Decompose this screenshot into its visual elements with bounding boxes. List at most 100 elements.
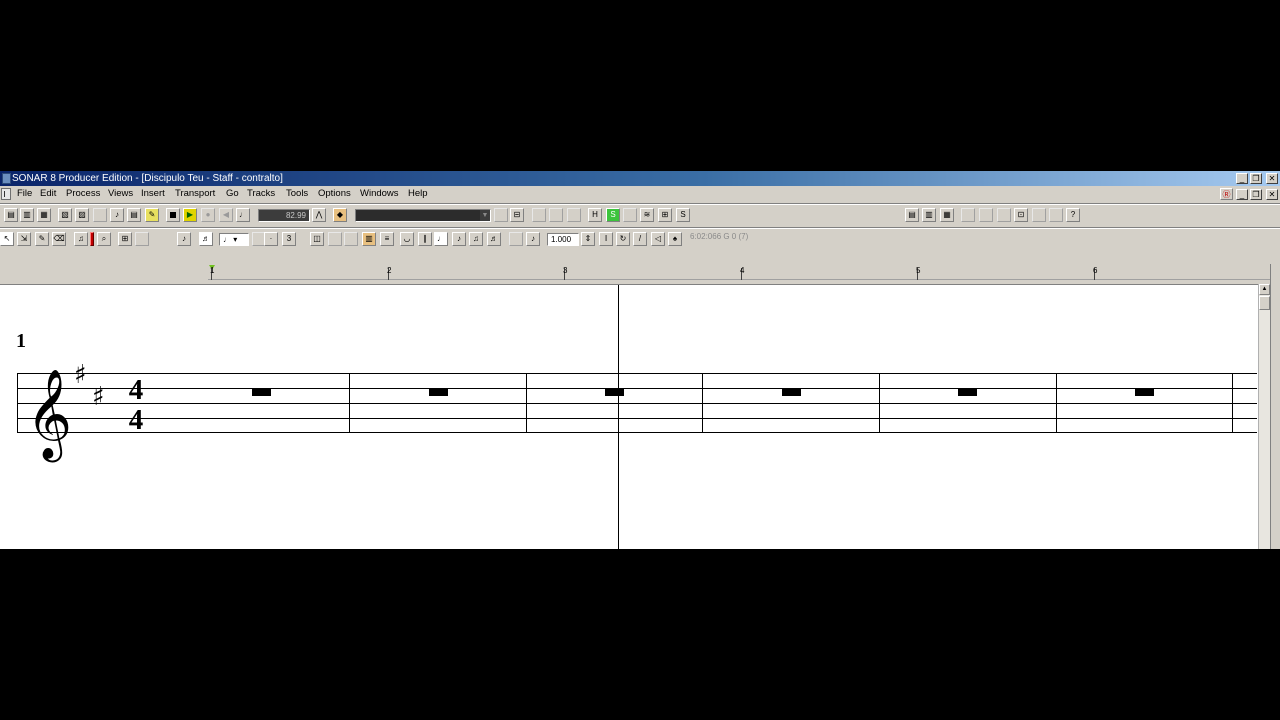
menu-views[interactable]: Views [108, 186, 133, 202]
loop-button[interactable]: S [606, 208, 620, 222]
time-signature-bottom[interactable]: 4 [129, 404, 144, 436]
scroll-thumb[interactable] [1259, 296, 1270, 310]
staff-canvas[interactable]: 1 𝄞 ♯ ♯ 4 4 [0, 284, 1258, 549]
expression-icon[interactable]: ≡ [380, 232, 394, 246]
title-bar[interactable]: SONAR 8 Producer Edition - [Discipulo Te… [0, 171, 1280, 186]
menu-process[interactable]: Process [66, 186, 100, 202]
menu-file[interactable]: File [17, 186, 32, 202]
whole-rest[interactable] [958, 389, 977, 396]
menu-insert[interactable]: Insert [141, 186, 165, 202]
loop-record-icon[interactable]: ↻ [616, 232, 630, 246]
triplet-icon[interactable]: 3 [282, 232, 296, 246]
draw-tool-icon[interactable]: ✎ [35, 232, 49, 246]
sharp-icon[interactable]: ♯ [92, 382, 105, 412]
toolbar-icon[interactable] [344, 232, 358, 246]
menu-tracks[interactable]: Tracks [247, 186, 275, 202]
lyric-icon[interactable]: ♩ [434, 232, 448, 246]
toolbar-icon[interactable] [509, 232, 523, 246]
percussion-icon[interactable]: ♬ [487, 232, 501, 246]
synth-rack-icon[interactable]: ▥ [922, 208, 936, 222]
lyrics-icon[interactable]: ✎ [145, 208, 159, 222]
rewind-icon[interactable]: ◀ [219, 208, 233, 222]
whole-rest[interactable] [782, 389, 801, 396]
snap-icon[interactable]: ◫ [310, 232, 324, 246]
scroll-up-arrow-icon[interactable]: ▲ [1259, 284, 1270, 295]
markers-icon[interactable]: ◆ [333, 208, 347, 222]
vertical-scrollbar[interactable]: ▲ [1258, 284, 1270, 549]
chevron-down-icon[interactable]: ▼ [480, 210, 490, 221]
staff-view-icon[interactable]: ♪ [110, 208, 124, 222]
time-display[interactable]: 82.99 [258, 209, 310, 222]
treble-clef-icon[interactable]: 𝄞 [26, 369, 72, 463]
close-button[interactable]: ✕ [1266, 173, 1278, 184]
punch-button[interactable]: H [588, 208, 602, 222]
pen-icon[interactable]: / [633, 232, 647, 246]
record-icon[interactable]: ● [201, 208, 215, 222]
toolbar-icon[interactable] [997, 208, 1011, 222]
doc-restore-button[interactable]: ❐ [1250, 189, 1262, 200]
fill-durations-icon[interactable]: ♬ [199, 232, 213, 246]
dynamics-icon[interactable]: ♪ [452, 232, 466, 246]
open-file-icon[interactable]: ▥ [20, 208, 34, 222]
doc-close-button[interactable]: ✕ [1266, 189, 1278, 200]
menu-tools[interactable]: Tools [286, 186, 308, 202]
scrub-tool-icon[interactable]: ♫ [74, 232, 88, 246]
minimize-button[interactable]: _ [1236, 173, 1248, 184]
toolbar-icon[interactable] [567, 208, 581, 222]
maximize-button[interactable]: ❐ [1250, 173, 1262, 184]
sync-icon[interactable]: ⊞ [658, 208, 672, 222]
whole-rest[interactable] [252, 389, 271, 396]
metronome-icon[interactable]: ♩ [236, 208, 250, 222]
inspect-icon[interactable]: ▥ [362, 232, 376, 246]
midi-panic-icon[interactable]: S [676, 208, 690, 222]
quantize-icon[interactable]: Ⅰ [599, 232, 613, 246]
time-signature-top[interactable]: 4 [129, 374, 144, 406]
toolbar-icon[interactable] [532, 208, 546, 222]
velocity-icon[interactable]: ◁ [651, 232, 665, 246]
new-file-icon[interactable]: ▤ [4, 208, 18, 222]
menu-edit[interactable]: Edit [40, 186, 56, 202]
guitar-icon[interactable]: ∥ [418, 232, 432, 246]
event-list-icon[interactable]: ▤ [127, 208, 141, 222]
save-file-icon[interactable]: ▦ [37, 208, 51, 222]
play-icon[interactable]: ▶ [183, 208, 197, 222]
doc-icon[interactable] [1, 188, 11, 200]
dot-icon[interactable]: · [264, 232, 278, 246]
track-view-icon[interactable]: ▧ [58, 208, 72, 222]
chord-icon[interactable]: ♪ [177, 232, 191, 246]
audio-engine-icon[interactable]: ≋ [640, 208, 654, 222]
toolbar-icon[interactable] [1032, 208, 1046, 222]
grid-icon[interactable]: ⊞ [118, 232, 132, 246]
toolbar-icon[interactable] [93, 208, 107, 222]
console-view-icon[interactable]: ▤ [905, 208, 919, 222]
time-ruler[interactable]: 1 2 3 4 5 6 [0, 264, 1270, 283]
snapshot-icon[interactable]: ⊟ [510, 208, 524, 222]
select-tool-icon[interactable]: ↖ [0, 232, 14, 246]
staff-svg[interactable]: 1 𝄞 ♯ ♯ 4 4 [0, 285, 1258, 549]
layout-options-icon[interactable]: ♪ [526, 232, 540, 246]
fretboard-icon[interactable]: ♫ [469, 232, 483, 246]
sharp-icon[interactable]: ♯ [74, 360, 87, 390]
toolbar-icon[interactable] [135, 232, 149, 246]
menu-options[interactable]: Options [318, 186, 351, 202]
stop-icon[interactable] [166, 208, 180, 222]
menu-windows[interactable]: Windows [360, 186, 399, 202]
browser-icon[interactable]: ▦ [940, 208, 954, 222]
tempo-icon[interactable]: ⋀ [312, 208, 326, 222]
layout-icon[interactable]: ⊡ [1014, 208, 1028, 222]
menu-help[interactable]: Help [408, 186, 428, 202]
app-icon[interactable] [2, 173, 11, 184]
zoom-tool-icon[interactable]: ⌕ [97, 232, 111, 246]
help-icon[interactable]: ? [1066, 208, 1080, 222]
spinner-icon[interactable]: ⇕ [581, 232, 595, 246]
snap-value-field[interactable]: 1.000 [547, 233, 579, 246]
menu-go[interactable]: Go [226, 186, 239, 202]
piano-roll-icon[interactable]: ▨ [75, 208, 89, 222]
toolbar-icon[interactable] [961, 208, 975, 222]
toolbar-icon[interactable] [979, 208, 993, 222]
toolbar-icon[interactable] [549, 208, 563, 222]
doc-minimize-button[interactable]: _ [1236, 189, 1248, 200]
erase-tool-icon[interactable]: ⌫ [52, 232, 66, 246]
whole-rest[interactable] [605, 389, 624, 396]
toolbar-icon[interactable] [623, 208, 637, 222]
